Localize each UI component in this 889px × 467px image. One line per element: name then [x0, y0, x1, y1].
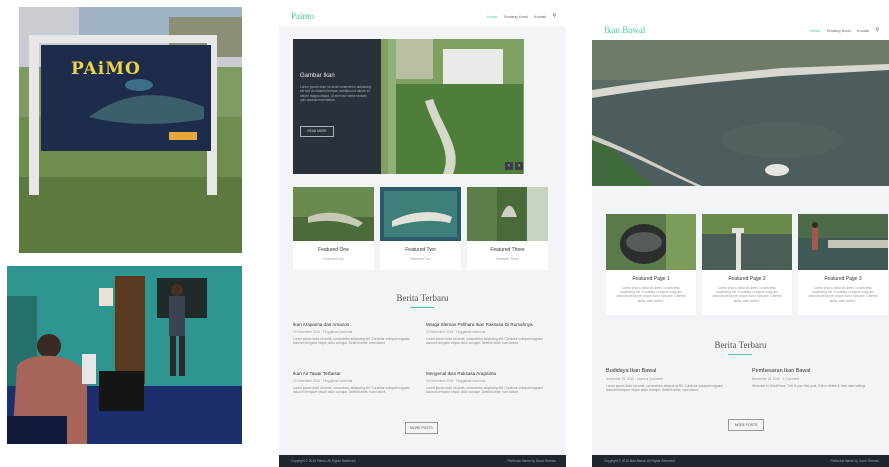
site2-menu-home[interactable]: Home: [810, 28, 821, 33]
classroom-photo-icon: [7, 266, 242, 444]
post-meta: 10 November 2016 · Tinggalkan komentar: [293, 379, 353, 383]
post-excerpt: Lorem ipsum dolor sit amet, consectetur …: [606, 384, 723, 393]
featured-sub: Featured Two: [410, 257, 431, 261]
featured-title: Featured Page 2: [728, 276, 766, 282]
footer-credit[interactable]: Perfectus theme by Good Themes: [831, 459, 880, 463]
site1-featured-card[interactable]: Featured One Featured One: [293, 187, 374, 270]
post-title[interactable]: Mengenal Ikan Raksasa Arapaima: [426, 371, 551, 376]
featured-title: Featured Page 3: [824, 276, 862, 282]
post-title[interactable]: Pembesaran Ikan Bawal: [752, 368, 880, 374]
site2-brand[interactable]: Ikan Bawal: [604, 25, 645, 35]
featured-page-1-image: [606, 214, 696, 270]
featured-sub: Lorem ipsum dolor sit amet, consectetur …: [616, 286, 686, 303]
room-photo: [7, 266, 242, 444]
slider-text: Lorem ipsum dolor sit amet consectetur a…: [300, 85, 371, 103]
post-excerpt: Lorem ipsum dolor sit amet, consectetur …: [293, 337, 410, 346]
post-meta: 10 November 2016 · Tinggalkan komentar: [426, 379, 486, 383]
featured-page-3-image: [798, 214, 888, 270]
site1-footer: Copyright © 2016 Paimo. All Rights Reser…: [279, 455, 566, 467]
section-divider: [410, 307, 434, 308]
featured-sub: Featured Three: [496, 257, 519, 261]
site2-menu-about[interactable]: Tentang Kami: [826, 28, 850, 33]
site2-featured-card[interactable]: Featured Page 3 Lorem ipsum dolor sit am…: [798, 214, 888, 315]
fish-sign-photo-icon: [19, 7, 242, 253]
post-excerpt: Lorem ipsum dolor sit amet, consectetur …: [293, 386, 410, 395]
read-more-button[interactable]: READ MORE: [300, 126, 334, 137]
pond-hero-image: [592, 40, 889, 186]
featured-title: Featured Two: [405, 247, 436, 253]
site2-section-title: Berita Terbaru: [714, 340, 767, 350]
featured-title: Featured One: [318, 247, 349, 253]
post-meta: 10 November 2016 · Tinggalkan komentar: [293, 330, 353, 334]
featured-sub: Lorem ipsum dolor sit amet, consectetur …: [808, 286, 878, 303]
featured-two-image: [380, 187, 461, 241]
site1-navbar: Paimo Home Tentang Kami Kontak ⚲: [279, 6, 566, 26]
post-title[interactable]: Ikan Arapaima dari Amazon: [293, 322, 413, 327]
site1-post: Mengenal Ikan Raksasa Arapaima 10 Novemb…: [426, 371, 551, 394]
site1-featured-card[interactable]: Featured Two Featured Two: [380, 187, 461, 270]
slider-caption: Gambar Ikan Lorem ipsum dolor sit amet c…: [293, 39, 381, 174]
site1-brand[interactable]: Paimo: [291, 11, 314, 21]
featured-sub: Lorem ipsum dolor sit amet, consectetur …: [712, 286, 782, 303]
featured-page-2-image: [702, 214, 792, 270]
footer-credit[interactable]: Perfectus theme by Good Themes: [508, 459, 557, 463]
site1-post: Warga Sleman Pelihara Ikan Raksasa Di Ru…: [426, 322, 551, 345]
post-meta: November 15, 2016 · Leave a Comment: [606, 377, 663, 381]
slider-prev-button[interactable]: ‹: [505, 162, 513, 170]
site1-menu-about[interactable]: Tentang Kami: [503, 14, 527, 19]
section-divider: [728, 354, 752, 355]
site1-menu-contact[interactable]: Kontak: [534, 14, 546, 19]
post-excerpt: Welcome to WordPress. This is your first…: [752, 384, 866, 388]
slider-next-button[interactable]: ›: [515, 162, 523, 170]
site2-menu-contact[interactable]: Kontak: [857, 28, 869, 33]
site2-post: Pembesaran Ikan Bawal November 15, 2016 …: [752, 368, 880, 388]
site1-menu-home[interactable]: Home: [487, 14, 498, 19]
more-posts-button[interactable]: MORE POSTS: [728, 419, 764, 431]
search-icon[interactable]: ⚲: [875, 27, 879, 33]
site-ikan-bawal-screenshot: Ikan Bawal Home Tentang Kami Kontak ⚲ Fe…: [592, 20, 889, 467]
featured-one-image: [293, 187, 374, 241]
site1-post: Ikan Air Tawar Terbesar 10 November 2016…: [293, 371, 413, 394]
footer-copyright: Copyright © 2016 Paimo. All Rights Reser…: [291, 459, 357, 463]
site1-menu: Home Tentang Kami Kontak ⚲: [487, 13, 556, 19]
site2-navbar: Ikan Bawal Home Tentang Kami Kontak ⚲: [592, 20, 889, 40]
site1-slider: Gambar Ikan Lorem ipsum dolor sit amet c…: [293, 39, 524, 174]
site1-featured-card[interactable]: Featured Three Featured Three: [467, 187, 548, 270]
featured-sub: Featured One: [323, 257, 344, 261]
post-excerpt: Lorem ipsum dolor sit amet, consectetur …: [426, 386, 543, 395]
site2-footer: Copyright © 2016 Ikan Bawal. All Rights …: [592, 455, 889, 467]
site-paimo-screenshot: Paimo Home Tentang Kami Kontak ⚲ Gambar …: [279, 6, 566, 467]
post-title[interactable]: Warga Sleman Pelihara Ikan Raksasa Di Ru…: [426, 322, 551, 327]
site1-post: Ikan Arapaima dari Amazon 10 November 20…: [293, 322, 413, 345]
post-title[interactable]: Ikan Air Tawar Terbesar: [293, 371, 413, 376]
post-meta: November 15, 2016 · 1 Comment: [752, 377, 800, 381]
post-excerpt: Lorem ipsum dolor sit amet, consectetur …: [426, 337, 543, 346]
more-posts-button[interactable]: MORE POSTS: [405, 422, 438, 434]
footer-copyright: Copyright © 2016 Ikan Bawal. All Rights …: [604, 459, 676, 463]
post-meta: 10 November 2016 · Tinggalkan komentar: [426, 330, 486, 334]
site2-post: Budidaya Ikan Bawal November 15, 2016 · …: [606, 368, 734, 392]
site2-featured-card[interactable]: Featured Page 1 Lorem ipsum dolor sit am…: [606, 214, 696, 315]
site1-section-title: Berita Terbaru: [396, 293, 449, 303]
sign-text: PAiMO: [71, 59, 141, 79]
featured-title: Featured Three: [490, 247, 525, 253]
featured-three-image: [467, 187, 548, 241]
post-title[interactable]: Budidaya Ikan Bawal: [606, 368, 734, 374]
site2-menu: Home Tentang Kami Kontak ⚲: [810, 27, 879, 33]
search-icon[interactable]: ⚲: [552, 13, 556, 19]
site2-featured-card[interactable]: Featured Page 2 Lorem ipsum dolor sit am…: [702, 214, 792, 315]
sign-photo: PAiMO: [19, 7, 242, 253]
featured-title: Featured Page 1: [632, 276, 670, 282]
slider-title: Gambar Ikan: [300, 73, 335, 79]
